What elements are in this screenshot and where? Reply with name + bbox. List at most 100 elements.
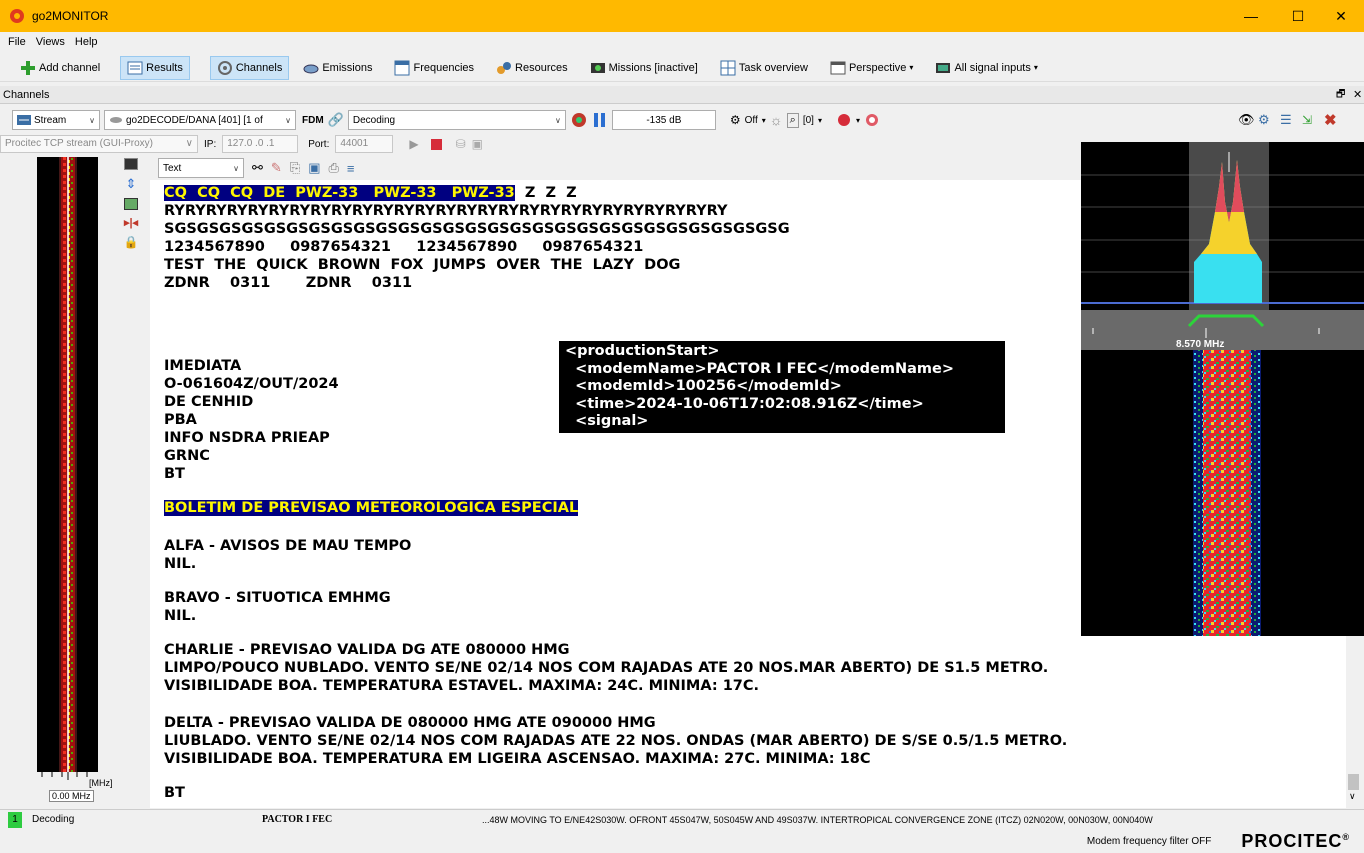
chevron-down-icon: ∨ bbox=[185, 138, 193, 149]
delete-icon[interactable]: ✖ bbox=[1324, 111, 1337, 129]
task-overview-button[interactable]: Task overview bbox=[714, 56, 814, 80]
maximize-button[interactable]: ☐ bbox=[1275, 0, 1321, 32]
stop-icon[interactable] bbox=[430, 138, 442, 150]
stop-record-icon[interactable] bbox=[864, 112, 880, 128]
add-channel-button[interactable]: Add channel bbox=[14, 56, 106, 80]
save-icon[interactable]: ▣ bbox=[472, 137, 483, 151]
channels-label: Channels bbox=[235, 61, 283, 74]
save-text-icon[interactable]: ▣ bbox=[308, 160, 320, 176]
missions-button[interactable]: Missions [inactive] bbox=[584, 56, 704, 80]
view-toolbar: ⇕ ▸|◂ 🔒 bbox=[122, 158, 140, 249]
settings-icon[interactable]: ⚙ bbox=[1258, 112, 1270, 128]
status-state: Decoding bbox=[32, 814, 75, 825]
close-panel-icon[interactable]: ✕ bbox=[1353, 86, 1362, 104]
scrollbar-thumb[interactable] bbox=[1348, 774, 1359, 790]
minimize-button[interactable]: — bbox=[1228, 0, 1274, 32]
text-line: CQ CQ CQ DE PWZ-33 PWZ-33 PWZ-33 Z Z Z bbox=[164, 185, 577, 202]
modem-name: PACTOR I FEC bbox=[262, 814, 333, 825]
source-select[interactable]: Procitec TCP stream (GUI-Proxy) ∨ bbox=[0, 135, 198, 153]
decoder-icon bbox=[110, 117, 122, 123]
center-icon[interactable]: ▸|◂ bbox=[124, 216, 138, 229]
perspective-button[interactable]: Perspective ▾ bbox=[824, 56, 920, 80]
chevron-down-icon: ▾ bbox=[817, 115, 822, 125]
resources-label: Resources bbox=[515, 61, 568, 74]
text-line: NIL. bbox=[164, 556, 197, 572]
copy-icon[interactable]: ⎘ bbox=[290, 160, 300, 176]
wrap-icon[interactable]: ≡ bbox=[347, 161, 355, 176]
window-title: go2MONITOR bbox=[32, 9, 109, 23]
filter-status: Modem frequency filter OFF bbox=[1086, 836, 1212, 847]
waterfall-scale: [MHz] 0.00 MHz bbox=[37, 772, 135, 804]
text-line: DE CENHID bbox=[164, 394, 254, 410]
emissions-button[interactable]: Emissions bbox=[297, 56, 378, 80]
record-icon[interactable] bbox=[836, 112, 852, 128]
freq-unit: [MHz] bbox=[89, 778, 113, 788]
ip-field[interactable]: 127.0 .0 .1 bbox=[222, 135, 299, 153]
chevron-down-icon: ∨ bbox=[89, 115, 95, 125]
zoom-icon[interactable]: ⌕ bbox=[786, 112, 799, 128]
main-toolbar: Add channel Results Channels Emissions F… bbox=[0, 54, 1364, 82]
resources-icon bbox=[497, 61, 512, 74]
level-field[interactable]: -135 dB bbox=[611, 110, 716, 130]
sort-icon[interactable]: ⇕ bbox=[126, 176, 137, 192]
brush-icon[interactable]: ✎ bbox=[271, 160, 282, 176]
text-line: BT bbox=[164, 466, 185, 482]
text-line: DELTA - PREVISAO VALIDA DE 080000 HMG AT… bbox=[164, 715, 656, 731]
menu-file[interactable]: File bbox=[8, 36, 26, 52]
text-line: VISIBILIDADE BOA. TEMPERATURA EM LIGEIRA… bbox=[164, 751, 871, 767]
menu-views[interactable]: Views bbox=[36, 36, 65, 52]
add-icon bbox=[21, 60, 35, 75]
frequencies-button[interactable]: Frequencies bbox=[388, 56, 480, 80]
spectrum-graphic: 8.570 MHz bbox=[1081, 142, 1364, 636]
waterfall-display[interactable] bbox=[37, 157, 98, 772]
emissions-label: Emissions bbox=[322, 61, 373, 74]
results-button[interactable]: Results bbox=[120, 55, 190, 80]
off-label[interactable]: Off bbox=[745, 115, 758, 126]
resources-button[interactable]: Resources bbox=[490, 56, 574, 80]
spectrum-freq-label: 8.570 MHz bbox=[1176, 339, 1224, 350]
export-text-icon[interactable]: ⎙ bbox=[329, 160, 339, 176]
play-icon[interactable]: ▶ bbox=[409, 137, 418, 151]
channel-number-badge: 1 bbox=[8, 811, 22, 828]
emissions-icon bbox=[303, 64, 319, 73]
lock-icon[interactable]: 🔒 bbox=[124, 235, 139, 249]
ip-label: IP: bbox=[204, 138, 217, 150]
port-field[interactable]: 44001 bbox=[335, 135, 394, 153]
record-status-icon[interactable] bbox=[570, 112, 588, 128]
channels-button[interactable]: Channels bbox=[209, 55, 290, 80]
squelch-icon[interactable]: ⚙ bbox=[730, 113, 741, 127]
menu-help[interactable]: Help bbox=[75, 36, 98, 52]
link-icon[interactable]: 🔗 bbox=[328, 112, 344, 128]
waterfall-graphic bbox=[59, 157, 77, 772]
fdm-label[interactable]: FDM bbox=[302, 115, 324, 126]
waterfall-view-icon[interactable] bbox=[124, 158, 138, 170]
input-toolbar: Procitec TCP stream (GUI-Proxy) ∨ IP: 12… bbox=[0, 134, 1080, 154]
task-overview-label: Task overview bbox=[738, 61, 808, 74]
count-label: [0] bbox=[802, 114, 814, 126]
decoder-select[interactable]: go2DECODE/DANA [401] [1 of ∨ bbox=[104, 110, 296, 130]
results-icon bbox=[127, 61, 143, 74]
all-signal-inputs-button[interactable]: All signal inputs ▾ bbox=[929, 56, 1043, 80]
brand-reg: ® bbox=[1342, 832, 1350, 842]
restore-icon[interactable]: 🗗 bbox=[1336, 86, 1345, 104]
grid-view-icon[interactable] bbox=[124, 198, 138, 210]
channel-toolbar: Stream ∨ go2DECODE/DANA [401] [1 of ∨ FD… bbox=[0, 108, 1364, 132]
footer-bar: Modem frequency filter OFF PROCITEC® bbox=[0, 830, 1364, 853]
format-label: Text bbox=[163, 162, 182, 174]
text-line: ALFA - AVISOS DE MAU TEMPO bbox=[164, 538, 412, 554]
binoculars-icon[interactable]: ⚯ bbox=[252, 160, 263, 176]
close-button[interactable]: ✕ bbox=[1318, 0, 1364, 32]
disk-icon[interactable]: ⛁ bbox=[456, 137, 466, 151]
mode-select[interactable]: Decoding ∨ bbox=[347, 110, 566, 130]
chevron-down-icon: ∨ bbox=[285, 115, 291, 125]
list-icon[interactable]: ☰ bbox=[1280, 112, 1292, 128]
afc-icon[interactable]: ☼ bbox=[770, 112, 783, 128]
decoder-label: go2DECODE/DANA [401] [1 of bbox=[126, 114, 263, 126]
text-line: BOLETIM DE PREVISAO METEOROLOGICA ESPECI… bbox=[164, 500, 579, 517]
format-select[interactable]: Text ∨ bbox=[158, 158, 244, 178]
spectrum-display[interactable]: 8.570 MHz bbox=[1081, 142, 1364, 636]
eye-icon[interactable]: 👁 bbox=[1238, 112, 1255, 128]
export-icon[interactable]: ⇲ bbox=[1302, 113, 1312, 127]
scroll-down-icon[interactable]: ∨ bbox=[1349, 791, 1356, 802]
stream-select[interactable]: Stream ∨ bbox=[12, 110, 100, 130]
